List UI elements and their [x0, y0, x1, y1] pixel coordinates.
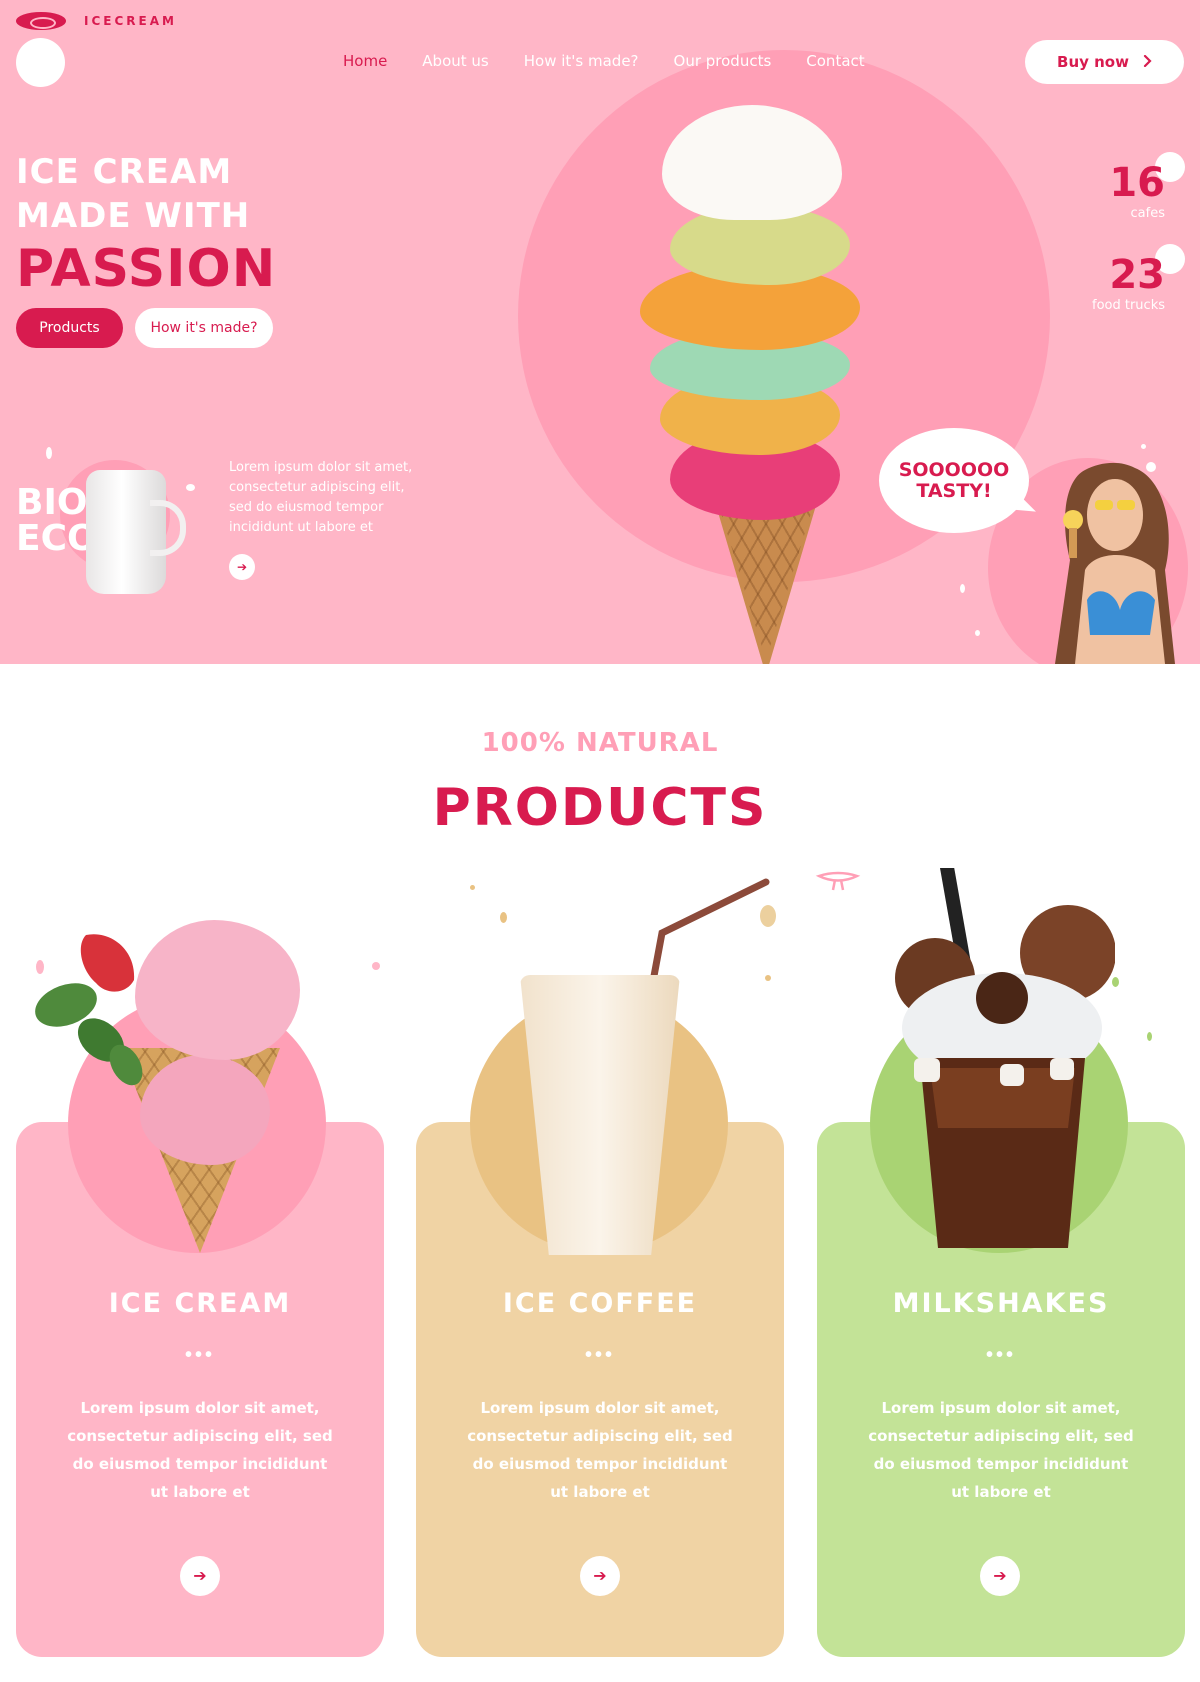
- speech-bubble-text: SOOOOOO TASTY!: [898, 458, 1010, 502]
- nav-item-contact[interactable]: Contact: [806, 52, 864, 70]
- scoop-vanilla: [662, 105, 842, 220]
- brand-name: ICECREAM: [84, 14, 177, 28]
- product-arrow-button-milkshakes[interactable]: ➔: [980, 1556, 1020, 1596]
- product-name-milkshakes: MILKSHAKES: [892, 1288, 1110, 1319]
- how-its-made-button[interactable]: How it's made?: [135, 308, 273, 348]
- main-nav: Home About us How it's made? Our product…: [343, 52, 865, 70]
- straw-image: [650, 878, 770, 978]
- product-description-ice-coffee: Lorem ipsum dolor sit amet, consectetur …: [467, 1399, 733, 1501]
- drop-decoration: [500, 912, 507, 923]
- speech-bubble: SOOOOOO TASTY!: [879, 428, 1029, 533]
- buy-now-label: Buy now: [1057, 53, 1129, 71]
- scoop-strawberry-lower: [140, 1055, 270, 1165]
- hero-title-line1: ICE CREAM: [16, 152, 233, 192]
- stat-cafes-label: cafes: [1130, 206, 1165, 221]
- product-description-ice-cream: Lorem ipsum dolor sit amet, consectetur …: [67, 1399, 333, 1501]
- ice-cream-tower-image: [640, 105, 865, 664]
- arrow-right-icon: ➔: [993, 1568, 1007, 1585]
- chevron-right-icon: [1143, 53, 1152, 71]
- nav-item-home[interactable]: Home: [343, 52, 387, 70]
- milk-jug-handle: [150, 500, 186, 556]
- product-dots: •••: [985, 1344, 1016, 1366]
- brand-logo[interactable]: ICECREAM: [16, 12, 177, 30]
- product-dots: •••: [584, 1344, 615, 1366]
- product-name-ice-cream: ICE CREAM: [108, 1288, 292, 1319]
- bio-description: Lorem ipsum dolor sit amet, consectetur …: [229, 460, 413, 535]
- nav-item-about[interactable]: About us: [422, 52, 488, 70]
- product-name-ice-coffee: ICE COFFEE: [502, 1288, 698, 1319]
- arrow-right-icon: ➔: [593, 1568, 607, 1585]
- drop-decoration: [760, 905, 776, 927]
- drop-decoration: [1146, 462, 1156, 472]
- drop-decoration: [1147, 1032, 1152, 1041]
- drop-decoration: [1141, 444, 1146, 449]
- drop-decoration: [36, 960, 44, 974]
- hero-title-line2: MADE WITH: [16, 196, 251, 236]
- hero-title-line3: PASSION: [16, 239, 277, 299]
- scoop-strawberry-upper: [135, 920, 300, 1060]
- nav-item-how-its-made[interactable]: How it's made?: [524, 52, 639, 70]
- stat-food-trucks-value: 23: [1109, 252, 1165, 298]
- hero-title: ICE CREAM MADE WITH PASSION: [16, 150, 276, 300]
- product-arrow-button-ice-cream[interactable]: ➔: [180, 1556, 220, 1596]
- arrow-right-icon: ➔: [236, 560, 248, 574]
- bubble-line1: SOOOOOO: [898, 458, 1010, 481]
- products-button[interactable]: Products: [16, 308, 123, 348]
- stat-cafes: 16 cafes: [1075, 160, 1165, 221]
- stat-food-trucks: 23 food trucks: [1055, 252, 1165, 313]
- bubble-line2: TASTY!: [916, 479, 992, 502]
- drop-decoration: [960, 584, 965, 593]
- products-title: PRODUCTS: [432, 778, 768, 838]
- product-dots: •••: [184, 1344, 215, 1366]
- drop-decoration: [372, 962, 380, 970]
- bio-arrow-button[interactable]: ➔: [229, 554, 255, 580]
- milkshake-image: [895, 868, 1115, 1248]
- drop-decoration: [470, 885, 475, 890]
- nav-item-our-products[interactable]: Our products: [674, 52, 772, 70]
- hero-section: ICECREAM Home About us How it's made? Ou…: [0, 0, 1200, 664]
- avatar[interactable]: [16, 38, 65, 87]
- stat-cafes-value: 16: [1109, 160, 1165, 206]
- ribbon-decoration-icon: [815, 871, 861, 891]
- drop-decoration: [186, 484, 195, 491]
- product-arrow-button-ice-coffee[interactable]: ➔: [580, 1556, 620, 1596]
- buy-now-button[interactable]: Buy now: [1025, 40, 1184, 84]
- drop-decoration: [975, 630, 980, 636]
- girl-eating-ice-cream-image: [1055, 462, 1175, 664]
- drop-decoration: [1112, 977, 1119, 987]
- strawberry-leaves-image: [35, 934, 143, 1086]
- drop-decoration: [46, 447, 52, 459]
- products-eyebrow: 100% NATURAL: [481, 728, 719, 758]
- drop-decoration: [765, 975, 771, 981]
- product-description-milkshakes: Lorem ipsum dolor sit amet, consectetur …: [868, 1399, 1134, 1501]
- logo-icon: [16, 12, 66, 30]
- stat-food-trucks-label: food trucks: [1092, 298, 1165, 313]
- arrow-right-icon: ➔: [193, 1568, 207, 1585]
